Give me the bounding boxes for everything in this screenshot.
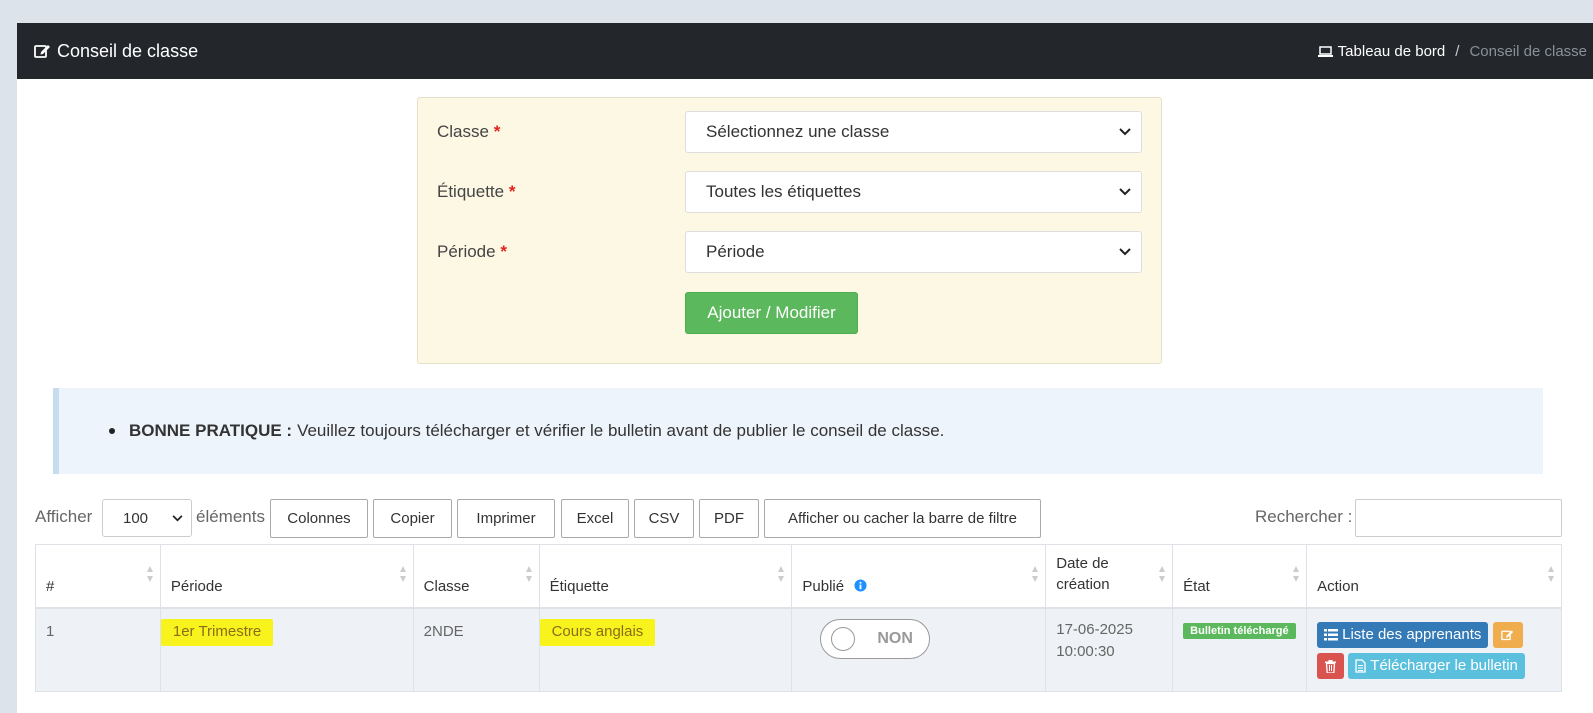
conseil-table: # Période Classe Étiquette Publié Date d… xyxy=(35,544,1562,692)
info-icon[interactable] xyxy=(854,578,867,592)
laptop-icon xyxy=(1317,45,1333,57)
print-button[interactable]: Imprimer xyxy=(457,499,555,538)
download-bulletin-label: Télécharger le bulletin xyxy=(1370,656,1518,674)
classe-select-value: Sélectionnez une classe xyxy=(706,122,890,141)
sort-icon xyxy=(399,566,406,582)
periode-select[interactable]: Période xyxy=(685,231,1142,273)
page-title-text: Conseil de classe xyxy=(57,40,199,61)
table-row: 1 1er Trimestre 2NDE Cours anglais NON 1… xyxy=(35,607,1562,692)
page-length-value: 100 xyxy=(123,509,149,527)
cell-num: 1 xyxy=(35,607,161,692)
breadcrumb-home-link[interactable]: Tableau de bord xyxy=(1317,42,1446,60)
elements-label: éléments xyxy=(196,507,265,526)
col-header-date[interactable]: Date de création xyxy=(1045,544,1174,609)
etiquette-select[interactable]: Toutes les étiquettes xyxy=(685,171,1142,213)
notice-label: BONNE PRATIQUE : xyxy=(129,421,293,440)
show-label: Afficher xyxy=(35,507,93,526)
add-modify-button[interactable]: Ajouter / Modifier xyxy=(685,292,858,334)
classe-select[interactable]: Sélectionnez une classe xyxy=(685,111,1142,153)
excel-button[interactable]: Excel xyxy=(561,499,629,538)
page-title: Conseil de classe xyxy=(34,41,198,62)
classe-row: Classe * Sélectionnez une classe xyxy=(437,111,1142,153)
cell-classe: 2NDE xyxy=(412,607,540,692)
sort-icon xyxy=(146,566,153,582)
breadcrumb-home-label: Tableau de bord xyxy=(1337,42,1446,60)
cell-date: 17-06-2025 10:00:30 xyxy=(1045,607,1174,692)
cell-periode: 1er Trimestre xyxy=(159,607,414,692)
col-header-periode[interactable]: Période xyxy=(159,544,414,609)
highlighted-periode: 1er Trimestre xyxy=(160,618,274,646)
sort-icon xyxy=(1159,566,1166,582)
sort-icon xyxy=(1548,566,1554,582)
table-toolbar: Afficher 100 éléments Colonnes Copier Im… xyxy=(35,499,1580,539)
filter-form: Classe * Sélectionnez une classe Étiquet… xyxy=(417,97,1162,364)
col-header-num[interactable]: # xyxy=(35,544,161,609)
col-header-publie[interactable]: Publié xyxy=(791,544,1047,609)
cell-etat: Bulletin téléchargé xyxy=(1172,607,1308,692)
edit-button[interactable] xyxy=(1492,621,1523,648)
student-list-label: Liste des apprenants xyxy=(1342,625,1482,643)
toggle-knob xyxy=(831,626,856,651)
toggle-label: NON xyxy=(877,629,913,647)
best-practice-notice: BONNE PRATIQUE : Veuillez toujours téléc… xyxy=(53,388,1543,474)
chevron-down-icon xyxy=(1119,248,1131,256)
periode-row: Période * Période xyxy=(437,231,1142,273)
pdf-button[interactable]: PDF xyxy=(699,499,759,538)
periode-select-value: Période xyxy=(706,242,765,261)
cell-etiquette: Cours anglais xyxy=(538,607,793,692)
page-length-select[interactable]: 100 xyxy=(102,499,192,537)
table-header-row: # Période Classe Étiquette Publié Date d… xyxy=(35,544,1562,609)
cell-publie: NON xyxy=(791,607,1047,692)
publish-toggle[interactable]: NON xyxy=(820,618,931,659)
chevron-down-icon xyxy=(1119,188,1131,196)
main-card: Conseil de classe Tableau de bord / Cons… xyxy=(17,23,1593,713)
list-icon xyxy=(1324,628,1339,640)
etiquette-label: Étiquette * xyxy=(437,182,516,201)
periode-label: Période * xyxy=(437,242,507,261)
edit-icon xyxy=(34,45,50,58)
col-header-etat[interactable]: État xyxy=(1172,544,1308,609)
sort-icon xyxy=(778,566,785,582)
columns-button[interactable]: Colonnes xyxy=(270,499,368,538)
classe-label: Classe * xyxy=(437,122,501,141)
csv-button[interactable]: CSV xyxy=(634,499,694,538)
sort-icon xyxy=(1293,566,1300,582)
trash-icon xyxy=(1325,659,1337,673)
notice-text: Veuillez toujours télécharger et vérifie… xyxy=(297,421,945,440)
page-header: Conseil de classe Tableau de bord / Cons… xyxy=(17,23,1593,79)
copy-button[interactable]: Copier xyxy=(373,499,452,538)
bullet xyxy=(109,428,115,434)
status-badge: Bulletin téléchargé xyxy=(1183,622,1296,639)
cell-action: Liste des apprenants Télécharger le bull… xyxy=(1306,607,1562,692)
col-header-action[interactable]: Action xyxy=(1306,544,1562,609)
col-header-etiquette[interactable]: Étiquette xyxy=(538,544,793,609)
breadcrumb: Tableau de bord / Conseil de classe xyxy=(1317,42,1587,60)
chevron-down-icon xyxy=(172,514,183,521)
file-icon xyxy=(1355,658,1366,673)
sort-icon xyxy=(1032,566,1039,582)
highlighted-etiquette: Cours anglais xyxy=(539,618,656,646)
chevron-down-icon xyxy=(1119,128,1131,136)
search-label: Rechercher : xyxy=(1255,507,1353,526)
edit-icon xyxy=(1501,630,1514,640)
breadcrumb-current: Conseil de classe xyxy=(1469,42,1587,60)
download-bulletin-button[interactable]: Télécharger le bulletin xyxy=(1348,652,1525,679)
breadcrumb-separator: / xyxy=(1455,42,1460,60)
sort-icon xyxy=(525,566,532,582)
etiquette-row: Étiquette * Toutes les étiquettes xyxy=(437,171,1142,213)
col-header-classe[interactable]: Classe xyxy=(412,544,540,609)
delete-button[interactable] xyxy=(1317,653,1345,679)
toggle-filter-bar-button[interactable]: Afficher ou cacher la barre de filtre xyxy=(764,499,1041,538)
etiquette-select-value: Toutes les étiquettes xyxy=(706,182,861,201)
search-input[interactable] xyxy=(1355,499,1562,537)
student-list-button[interactable]: Liste des apprenants xyxy=(1317,621,1489,648)
